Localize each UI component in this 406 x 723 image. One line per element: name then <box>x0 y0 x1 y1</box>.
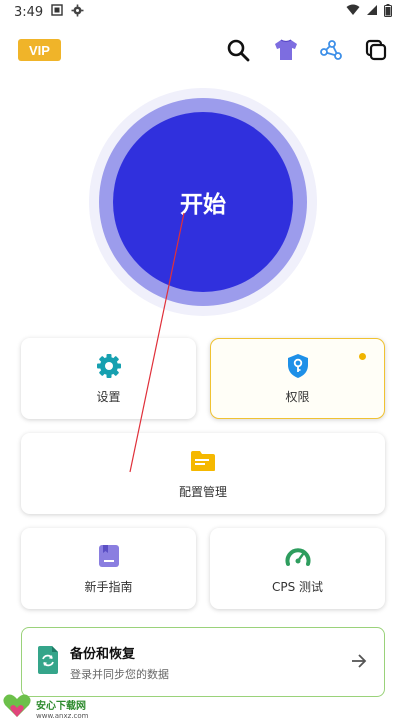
settings-label: 设置 <box>96 390 121 404</box>
watermark-logo-icon <box>2 693 32 723</box>
beginner-guide-tile[interactable]: 新手指南 <box>21 528 196 609</box>
notification-dot <box>359 353 366 360</box>
beginner-guide-label: 新手指南 <box>84 580 133 594</box>
share-nodes-icon[interactable] <box>317 36 345 64</box>
wifi-icon <box>346 4 360 20</box>
backup-restore-card[interactable]: 备份和恢复 登录并同步您的数据 <box>21 627 385 697</box>
settings-tile[interactable]: 设置 <box>21 338 196 419</box>
cps-test-tile[interactable]: CPS 测试 <box>210 528 385 609</box>
backup-title: 备份和恢复 <box>70 646 136 662</box>
backup-sync-icon <box>36 645 60 679</box>
signal-icon <box>366 4 378 20</box>
permissions-tile[interactable]: 权限 <box>210 338 385 419</box>
screenshot-icon <box>51 4 63 20</box>
gear-icon <box>95 352 123 380</box>
status-bar: 3:49 <box>0 0 406 24</box>
status-time: 3:49 <box>14 4 44 20</box>
copy-windows-icon[interactable] <box>362 36 390 64</box>
vip-badge[interactable]: VIP <box>18 39 61 61</box>
shield-key-icon <box>284 352 312 380</box>
arrow-right-icon <box>350 652 368 674</box>
start-button-area: 开始 <box>89 88 317 316</box>
top-bar: VIP <box>0 30 406 70</box>
bookmark-book-icon <box>95 542 123 570</box>
tshirt-icon[interactable] <box>272 36 300 64</box>
gear-notification-icon <box>71 4 84 21</box>
cps-test-label: CPS 测试 <box>271 580 324 594</box>
permissions-label: 权限 <box>285 390 310 404</box>
config-management-label: 配置管理 <box>178 485 227 499</box>
speedometer-icon <box>284 542 312 570</box>
backup-subtitle: 登录并同步您的数据 <box>70 667 169 681</box>
config-management-tile[interactable]: 配置管理 <box>21 433 385 514</box>
folder-icon <box>189 447 217 475</box>
watermark-title: 安心下载网 <box>36 700 86 712</box>
watermark-url: www.anxz.com <box>36 711 89 720</box>
watermark: 安心下载网 www.anxz.com <box>2 693 88 723</box>
search-icon[interactable] <box>224 36 252 64</box>
start-button[interactable]: 开始 <box>113 112 293 292</box>
battery-icon <box>384 3 392 21</box>
